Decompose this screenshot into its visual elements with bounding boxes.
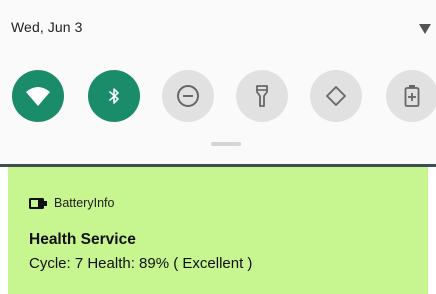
bluetooth-icon (109, 88, 119, 104)
battery-icon (29, 197, 47, 209)
signal-icon (419, 24, 431, 34)
bluetooth-tile[interactable] (88, 70, 140, 122)
battery-saver-tile[interactable] (386, 70, 436, 122)
quick-settings-tiles (0, 70, 436, 122)
flashlight-tile[interactable] (236, 70, 288, 122)
app-name: BatteryInfo (54, 196, 115, 210)
notification-header: BatteryInfo (29, 194, 114, 212)
flashlight-icon (256, 85, 268, 107)
battery-saver-icon (404, 85, 420, 107)
date-label: Wed, Jun 3 (11, 19, 83, 35)
drag-handle[interactable] (211, 142, 241, 146)
do-not-disturb-tile[interactable] (162, 70, 214, 122)
notification-shade: Wed, Jun 3 (0, 0, 436, 166)
auto-rotate-tile[interactable] (310, 70, 362, 122)
wifi-icon (26, 87, 50, 106)
notification-text: Cycle: 7 Health: 89% ( Excellent ) (29, 255, 253, 272)
notification-title: Health Service (29, 231, 136, 248)
auto-rotate-icon (326, 86, 346, 106)
battery-notification[interactable]: BatteryInfo Health Service Cycle: 7 Heal… (8, 167, 428, 294)
wifi-tile[interactable] (12, 70, 64, 122)
do-not-disturb-icon (177, 85, 199, 107)
status-bar: Wed, Jun 3 (0, 0, 436, 50)
